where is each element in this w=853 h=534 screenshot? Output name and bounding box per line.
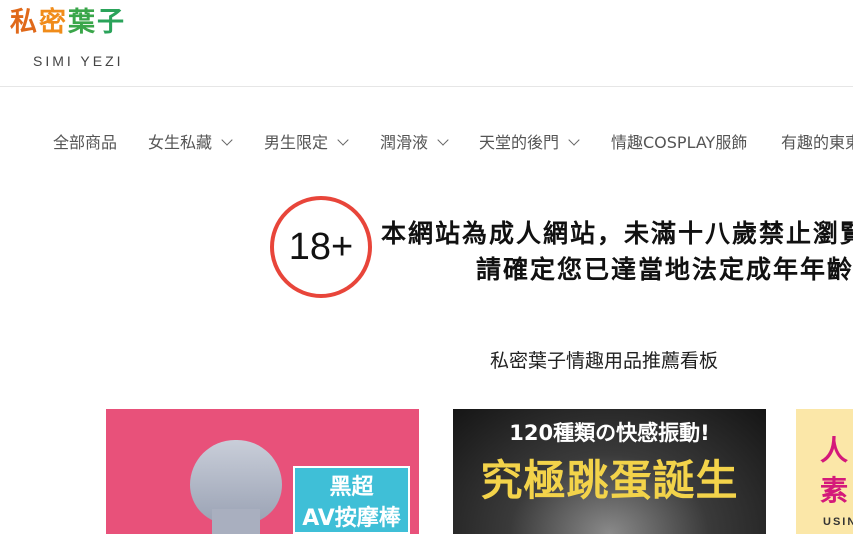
logo-char: 子 xyxy=(97,7,126,38)
nav-item-label: 女生私藏 xyxy=(148,133,213,152)
card-label-line1: 黑超 xyxy=(329,475,374,500)
main-nav: 全部商品 女生私藏 男生限定 潤滑液 天堂的後門 情趣COSPLAY服飾 有趣的… xyxy=(0,122,853,164)
card-top-text: 120種類の快感振動! xyxy=(509,421,710,445)
nav-item-fun[interactable]: 有趣的東東 xyxy=(781,122,853,164)
product-card-egg[interactable]: 120種類の快感振動! 究極跳蛋誕生 xyxy=(453,409,766,534)
section-title: 私密葉子情趣用品推薦看板 xyxy=(490,350,719,372)
nav-item-label: 男生限定 xyxy=(264,133,329,152)
nav-item-label: 潤滑液 xyxy=(380,133,429,152)
nav-item-label: 全部商品 xyxy=(53,133,118,152)
logo-char: 密 xyxy=(39,7,68,38)
card-label-box: 黑超 AV按摩棒 xyxy=(293,466,410,534)
age-18-badge: 18+ xyxy=(270,196,372,298)
logo-char: 私 xyxy=(10,7,39,38)
chevron-down-icon xyxy=(568,134,580,146)
chevron-down-icon xyxy=(221,134,233,146)
age-warning-line1: 本網站為成人網站，未滿十八歲禁止瀏覽 xyxy=(381,219,853,248)
nav-item-women[interactable]: 女生私藏 xyxy=(148,122,233,164)
site-logo[interactable]: 私密葉子 xyxy=(10,6,126,40)
nav-item-label: 有趣的東東 xyxy=(781,133,853,152)
chevron-down-icon xyxy=(337,134,349,146)
site-tagline: SIMI YEZI xyxy=(33,53,124,69)
product-card-partial[interactable]: 人 素 USIN xyxy=(796,409,853,534)
age-badge-text: 18+ xyxy=(288,226,354,268)
logo-char: 葉 xyxy=(68,7,97,38)
card-text-line3: USIN xyxy=(823,516,853,528)
nav-item-lubricant[interactable]: 潤滑液 xyxy=(380,122,449,164)
nav-item-men[interactable]: 男生限定 xyxy=(264,122,349,164)
nav-item-cosplay[interactable]: 情趣COSPLAY服飾 xyxy=(611,122,747,164)
site-header: 私密葉子 SIMI YEZI xyxy=(0,0,853,87)
card-text-line1: 人 xyxy=(820,434,849,467)
nav-item-backdoor[interactable]: 天堂的後門 xyxy=(479,122,580,164)
card-label-line2: AV按摩棒 xyxy=(302,506,401,531)
nav-item-label: 情趣COSPLAY服飾 xyxy=(611,133,748,152)
product-card-wand[interactable]: 黑超 AV按摩棒 xyxy=(106,409,419,534)
wand-product-handle xyxy=(212,509,260,534)
card-text-line2: 素 xyxy=(820,474,849,507)
age-warning-line2: 請確定您已達當地法定成年年齡 xyxy=(476,255,853,284)
chevron-down-icon xyxy=(437,134,449,146)
card-main-text: 究極跳蛋誕生 xyxy=(480,456,739,505)
nav-item-all-products[interactable]: 全部商品 xyxy=(53,122,117,164)
nav-item-label: 天堂的後門 xyxy=(479,133,560,152)
